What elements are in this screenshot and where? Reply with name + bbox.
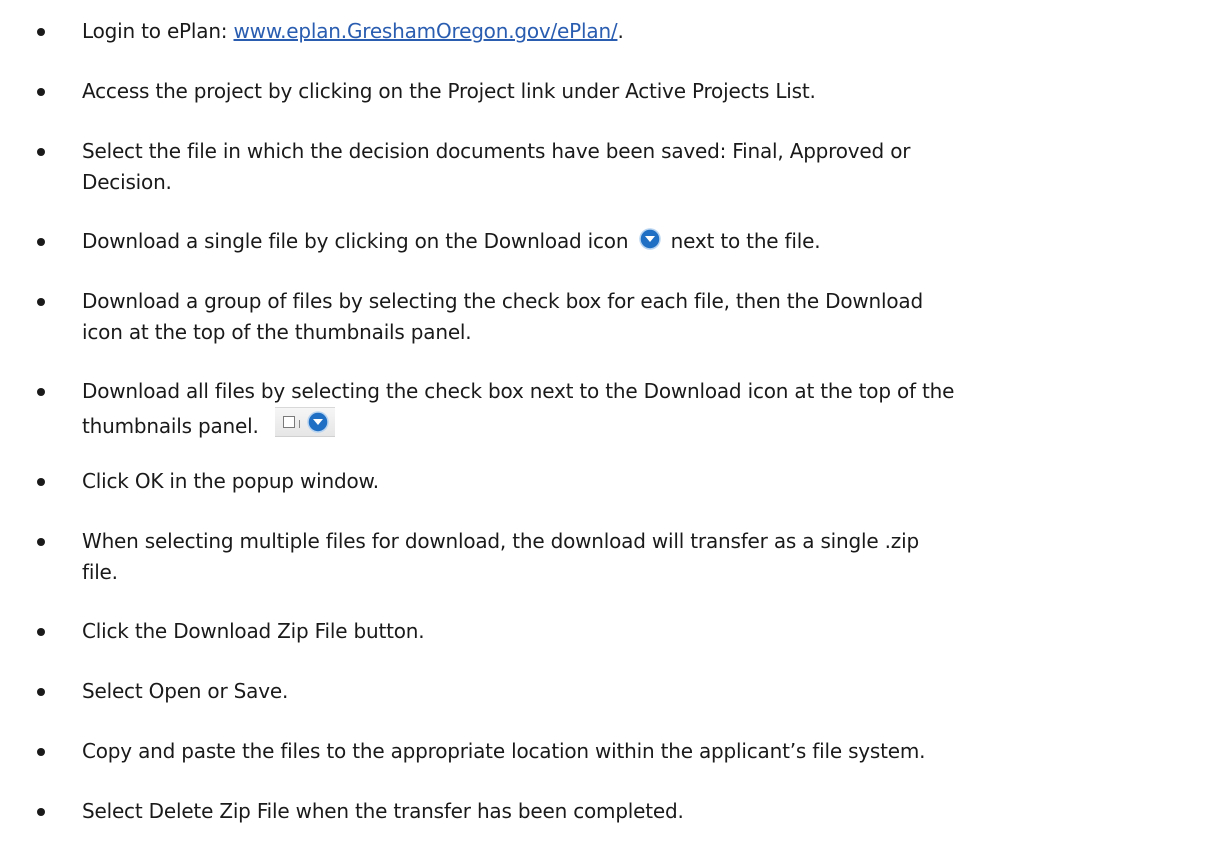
item-text: Download a group of files by selecting t… bbox=[82, 289, 923, 313]
item-text: Login to ePlan: bbox=[82, 19, 234, 43]
item-text: Decision. bbox=[82, 170, 172, 194]
item-text: Select Open or Save. bbox=[82, 679, 289, 703]
bullet bbox=[37, 148, 45, 156]
item-text: Copy and paste the files to the appropri… bbox=[82, 739, 926, 763]
bullet bbox=[37, 88, 45, 96]
bullet bbox=[37, 808, 45, 816]
bullet bbox=[37, 628, 45, 636]
checkbox-icon[interactable] bbox=[282, 416, 295, 428]
item-text: Click the Download Zip File button. bbox=[82, 619, 425, 643]
bullet bbox=[37, 238, 45, 246]
bullet bbox=[37, 388, 45, 396]
item-text: Download all files by selecting the chec… bbox=[82, 379, 955, 403]
bullet bbox=[37, 748, 45, 756]
separator bbox=[298, 420, 300, 428]
bullet bbox=[37, 688, 45, 696]
item-text: thumbnails panel. bbox=[82, 414, 259, 438]
bullet bbox=[37, 538, 45, 546]
item-text: Select Delete Zip File when the transfer… bbox=[82, 799, 684, 823]
checkbox-download-toolbar bbox=[274, 407, 335, 437]
bullet bbox=[37, 298, 45, 306]
bullet bbox=[37, 478, 45, 486]
item-text: Download a single file by clicking on th… bbox=[82, 229, 629, 253]
download-icon[interactable] bbox=[307, 411, 329, 433]
eplan-link[interactable]: www.eplan.GreshamOregon.gov/ePlan/ bbox=[234, 19, 618, 43]
item-text: Click OK in the popup window. bbox=[82, 469, 379, 493]
item-text: When selecting multiple files for downlo… bbox=[82, 529, 919, 553]
item-text: Select the file in which the decision do… bbox=[82, 139, 911, 163]
item-text: Access the project by clicking on the Pr… bbox=[82, 79, 816, 103]
bullet bbox=[37, 28, 45, 36]
download-icon[interactable] bbox=[638, 228, 661, 250]
item-text: icon at the top of the thumbnails panel. bbox=[82, 320, 472, 344]
item-text: file. bbox=[82, 560, 118, 584]
